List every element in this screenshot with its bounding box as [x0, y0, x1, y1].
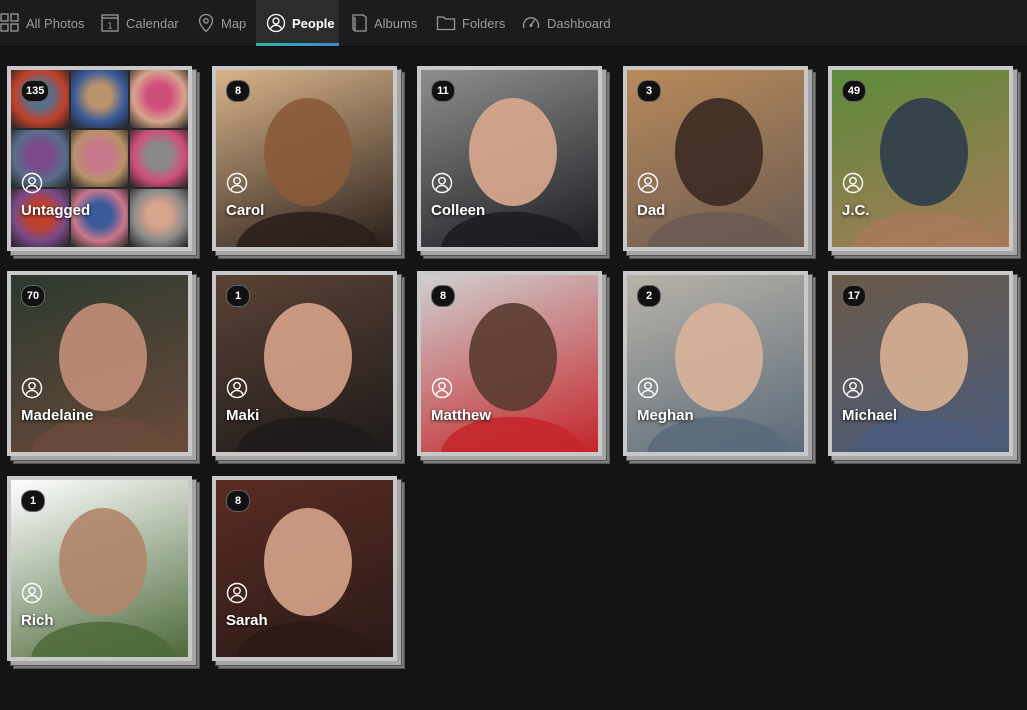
person-photo-frame: 8 Carol — [212, 66, 397, 251]
top-nav: All Photos 1 Calendar Map People Albums … — [0, 0, 1027, 47]
person-icon — [226, 582, 248, 604]
person-name: Carol — [226, 202, 265, 219]
tab-folders[interactable]: Folders — [436, 0, 505, 46]
person-photo-frame: 2 Meghan — [623, 271, 808, 456]
person-name: Meghan — [637, 407, 694, 424]
photo-count-badge: 2 — [637, 285, 661, 307]
person-photo-frame: 49 J.C. — [828, 66, 1013, 251]
person-card[interactable]: 1 Rich — [7, 476, 200, 669]
mosaic-thumbnail — [130, 129, 188, 188]
photo-count-badge: 3 — [637, 80, 661, 102]
person-photo-frame: 70 Madelaine — [7, 271, 192, 456]
tab-albums[interactable]: Albums — [350, 0, 417, 46]
person-icon — [21, 582, 43, 604]
person-card[interactable]: 49 J.C. — [828, 66, 1021, 259]
person-card[interactable]: 70 Madelaine — [7, 271, 200, 464]
person-icon — [226, 377, 248, 399]
person-photo-frame: 135 Untagged — [7, 66, 192, 251]
person-card[interactable]: 8 Sarah — [212, 476, 405, 669]
tab-map-label: Map — [221, 15, 247, 31]
tab-dashboard[interactable]: Dashboard — [521, 0, 611, 46]
person-name: Maki — [226, 407, 260, 424]
person-icon — [431, 377, 453, 399]
person-icon — [431, 172, 453, 194]
calendar-icon: 1 — [100, 13, 120, 33]
tab-all-photos[interactable]: All Photos — [0, 0, 93, 46]
person-icon — [637, 377, 659, 399]
folder-icon — [436, 14, 456, 32]
person-card[interactable]: 8 Matthew — [417, 271, 610, 464]
mosaic-thumbnail — [130, 70, 188, 128]
person-photo-frame: 1 Rich — [7, 476, 192, 661]
person-card[interactable]: 3 Dad — [623, 66, 816, 259]
photo-count-badge: 1 — [21, 490, 45, 512]
person-name: Matthew — [431, 407, 491, 424]
person-name: Madelaine — [21, 407, 94, 424]
person-card[interactable]: 11 Colleen — [417, 66, 610, 259]
person-name: Colleen — [431, 202, 486, 219]
tab-albums-label: Albums — [374, 15, 418, 31]
person-photo-frame: 1 Maki — [212, 271, 397, 456]
people-grid: 135 Untagged 8 Carol 11 Colleen 3 Dad 49… — [0, 46, 1027, 710]
person-photo-frame: 8 Matthew — [417, 271, 602, 456]
person-icon — [637, 172, 659, 194]
mosaic-thumbnail — [130, 189, 188, 247]
photo-count-badge: 1 — [226, 285, 250, 307]
tab-all-photos-label: All Photos — [26, 15, 85, 31]
person-photo-frame: 17 Michael — [828, 271, 1013, 456]
person-card[interactable]: 135 Untagged — [7, 66, 200, 259]
album-icon — [350, 13, 368, 33]
person-photo-frame: 11 Colleen — [417, 66, 602, 251]
person-name: Sarah — [226, 612, 268, 629]
person-name: Michael — [842, 407, 898, 424]
person-card[interactable]: 1 Maki — [212, 271, 405, 464]
person-icon — [842, 377, 864, 399]
photo-count-badge: 17 — [842, 285, 866, 307]
map-pin-icon — [197, 13, 215, 33]
tab-people-label: People — [292, 15, 335, 31]
mosaic-thumbnail — [70, 70, 129, 128]
person-name: Untagged — [21, 202, 91, 219]
person-card[interactable]: 17 Michael — [828, 271, 1021, 464]
tab-map[interactable]: Map — [197, 0, 246, 46]
person-card[interactable]: 8 Carol — [212, 66, 405, 259]
person-name: Dad — [637, 202, 666, 219]
photo-count-badge: 11 — [431, 80, 455, 102]
person-icon — [842, 172, 864, 194]
mosaic-thumbnail — [70, 129, 129, 188]
tab-people[interactable]: People — [256, 0, 339, 46]
photo-count-badge: 135 — [21, 80, 50, 102]
tab-calendar[interactable]: 1 Calendar — [100, 0, 179, 46]
person-icon — [266, 13, 286, 33]
tab-dashboard-label: Dashboard — [547, 15, 611, 31]
tab-calendar-label: Calendar — [126, 15, 179, 31]
person-name: J.C. — [842, 202, 870, 219]
photo-count-badge: 49 — [842, 80, 866, 102]
person-photo-frame: 8 Sarah — [212, 476, 397, 661]
photo-count-badge: 8 — [431, 285, 455, 307]
svg-text:1: 1 — [107, 21, 112, 31]
person-name: Rich — [21, 612, 54, 629]
person-photo-frame: 3 Dad — [623, 66, 808, 251]
person-card[interactable]: 2 Meghan — [623, 271, 816, 464]
person-icon — [21, 377, 43, 399]
photo-count-badge: 70 — [21, 285, 45, 307]
photo-count-badge: 8 — [226, 80, 250, 102]
person-icon — [21, 172, 43, 194]
gauge-icon — [521, 13, 541, 33]
tab-folders-label: Folders — [462, 15, 506, 31]
person-icon — [226, 172, 248, 194]
grid-icon — [0, 13, 20, 33]
photo-count-badge: 8 — [226, 490, 250, 512]
